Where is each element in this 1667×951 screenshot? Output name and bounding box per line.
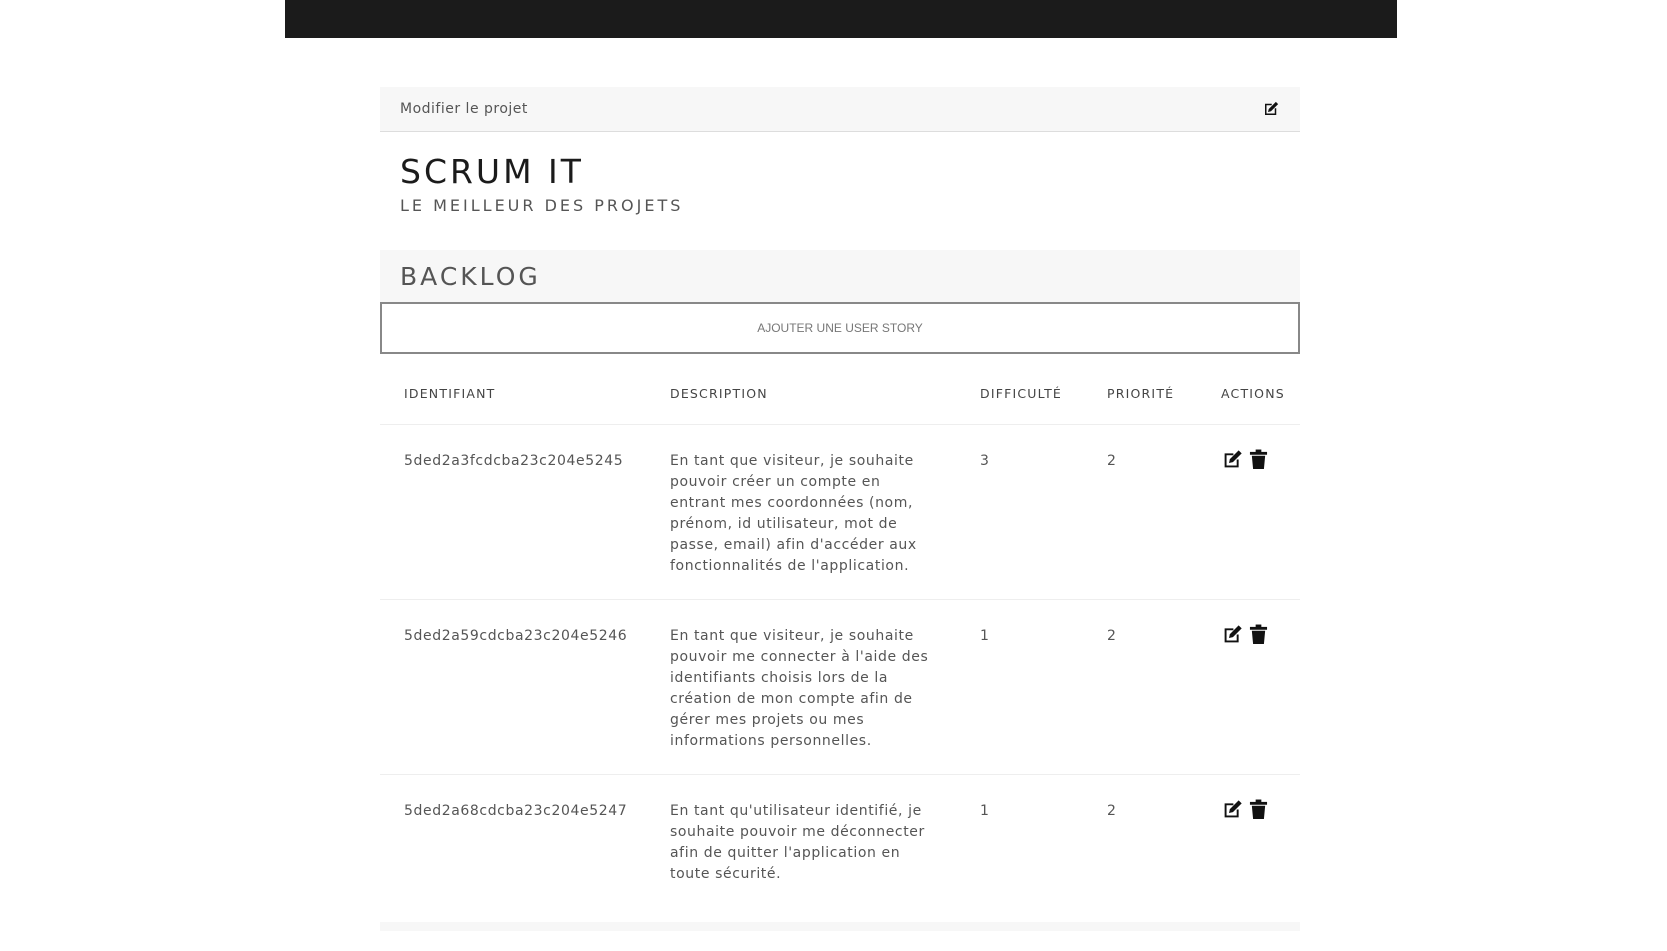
column-header-priority: PRIORITÉ <box>1106 362 1220 425</box>
column-header-id: IDENTIFIANT <box>380 362 669 425</box>
story-priority: 2 <box>1106 600 1220 775</box>
table-row: 5ded2a59cdcba23c204e5246 En tant que vis… <box>380 600 1300 775</box>
edit-icon[interactable] <box>1221 798 1243 820</box>
top-navbar <box>285 0 1397 38</box>
project-container: Modifier le projet SCRUM IT LE MEILLEUR … <box>380 87 1300 951</box>
story-description: En tant que visiteur, je souhaite pouvoi… <box>669 425 979 600</box>
table-row: 5ded2a3fcdcba23c204e5245 En tant que vis… <box>380 425 1300 600</box>
story-description-text: En tant que visiteur, je souhaite pouvoi… <box>670 451 935 577</box>
story-priority: 2 <box>1106 425 1220 600</box>
story-id: 5ded2a3fcdcba23c204e5245 <box>380 425 669 600</box>
backlog-table: IDENTIFIANT DESCRIPTION DIFFICULTÉ PRIOR… <box>380 362 1300 951</box>
add-user-story-button[interactable]: AJOUTER UNE USER STORY <box>380 302 1300 354</box>
project-subtitle: LE MEILLEUR DES PROJETS <box>400 196 1280 215</box>
column-header-difficulty: DIFFICULTÉ <box>979 362 1106 425</box>
project-title: SCRUM IT <box>400 154 1280 190</box>
table-header-row: IDENTIFIANT DESCRIPTION DIFFICULTÉ PRIOR… <box>380 362 1300 425</box>
story-difficulty: 1 <box>979 600 1106 775</box>
trash-icon[interactable] <box>1247 623 1269 645</box>
backlog-header: BACKLOG <box>380 250 1300 302</box>
trash-icon[interactable] <box>1247 798 1269 820</box>
edit-icon[interactable] <box>1221 448 1243 470</box>
project-header: SCRUM IT LE MEILLEUR DES PROJETS <box>380 132 1300 250</box>
story-actions <box>1220 425 1300 600</box>
backlog-title: BACKLOG <box>400 262 541 291</box>
story-id: 5ded2a59cdcba23c204e5246 <box>380 600 669 775</box>
story-difficulty: 3 <box>979 425 1106 600</box>
edit-project-bar[interactable]: Modifier le projet <box>380 87 1300 132</box>
next-section-strip <box>380 922 1300 931</box>
trash-icon[interactable] <box>1247 448 1269 470</box>
column-header-actions: ACTIONS <box>1220 362 1300 425</box>
column-header-description: DESCRIPTION <box>669 362 979 425</box>
story-description-text: En tant que visiteur, je souhaite pouvoi… <box>670 626 935 752</box>
story-description-text: En tant qu'utilisateur identifié, je sou… <box>670 801 935 885</box>
edit-icon[interactable] <box>1221 623 1243 645</box>
edit-icon[interactable] <box>1262 100 1280 118</box>
edit-project-label: Modifier le projet <box>400 101 528 117</box>
story-description: En tant que visiteur, je souhaite pouvoi… <box>669 600 979 775</box>
story-actions <box>1220 600 1300 775</box>
